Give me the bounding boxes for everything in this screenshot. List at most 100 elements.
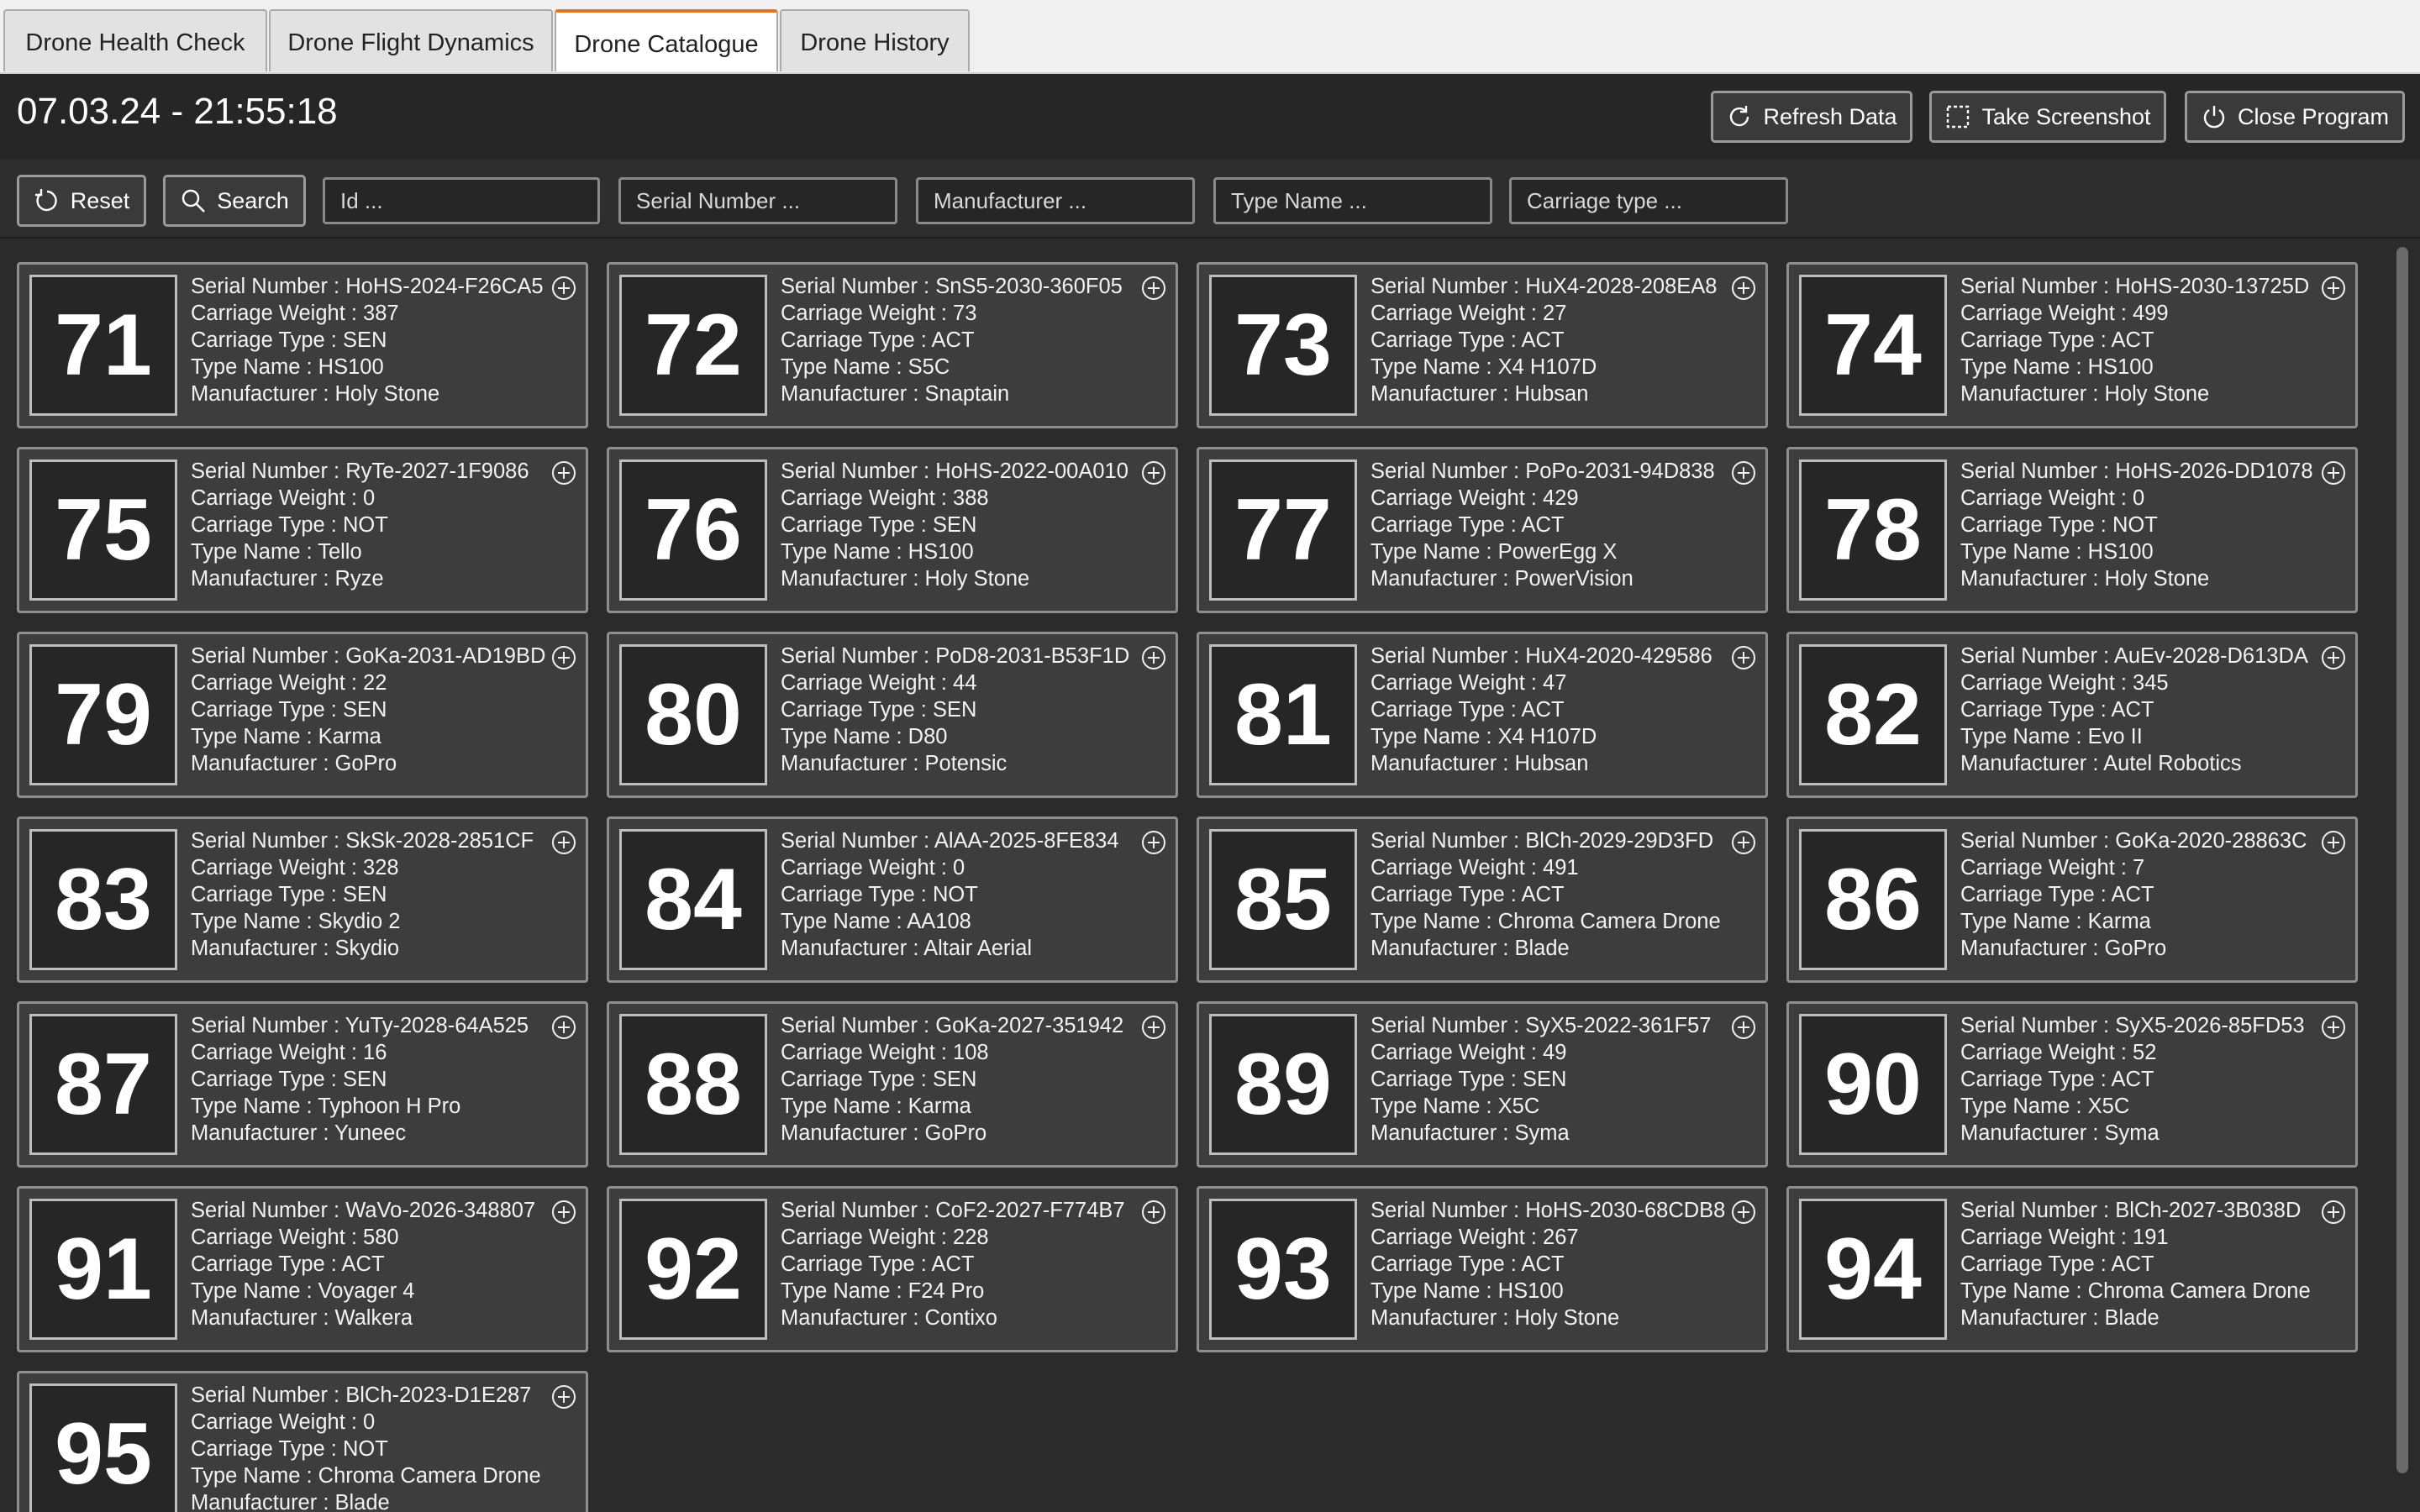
id-filter-input[interactable] (340, 180, 597, 222)
drone-card[interactable]: 90 Serial Number : SyX5-2026-85FD53 Carr… (1786, 1001, 2358, 1168)
carriage-weight-label: Carriage Weight : (191, 302, 364, 325)
type-name-filter-input[interactable] (1231, 180, 1490, 222)
close-program-button[interactable]: Close Program (2185, 91, 2405, 143)
add-circle-icon[interactable] (1730, 1014, 1757, 1041)
drone-card[interactable]: 72 Serial Number : SnS5-2030-360F05 Carr… (607, 262, 1178, 428)
add-circle-icon[interactable] (1140, 829, 1167, 856)
add-circle-icon[interactable] (1730, 829, 1757, 856)
add-circle-icon[interactable] (1730, 1199, 1757, 1226)
add-circle-icon[interactable] (1730, 644, 1757, 671)
serial-number-value: BlCh-2027-3B038D (2115, 1199, 2302, 1222)
manufacturer-filter-field[interactable] (916, 177, 1195, 224)
serial-number-line: Serial Number : SyX5-2022-361F57 (1370, 1012, 1711, 1039)
add-circle-icon[interactable] (1140, 1014, 1167, 1041)
drone-card[interactable]: 86 Serial Number : GoKa-2020-28863C Carr… (1786, 816, 2358, 983)
type-name-label: Type Name : (1370, 725, 1498, 748)
type-name-label: Type Name : (781, 725, 908, 748)
add-circle-icon[interactable] (2320, 829, 2347, 856)
search-button[interactable]: Search (163, 175, 306, 227)
add-circle-icon[interactable] (2320, 275, 2347, 302)
carriage-type-label: Carriage Type : (191, 1068, 343, 1091)
tab-drone-health-check[interactable]: Drone Health Check (3, 9, 267, 71)
serial-number-filter-field[interactable] (618, 177, 897, 224)
type-name-line: Type Name : PowerEgg X (1370, 538, 1715, 565)
tab-drone-catalogue[interactable]: Drone Catalogue (555, 9, 778, 71)
type-name-value: HS100 (2087, 355, 2154, 379)
drone-card[interactable]: 82 Serial Number : AuEv-2028-D613DA Carr… (1786, 632, 2358, 798)
carriage-weight-value: 0 (363, 1410, 376, 1434)
add-circle-icon[interactable] (550, 1014, 577, 1041)
drone-card[interactable]: 71 Serial Number : HoHS-2024-F26CA5 Carr… (17, 262, 588, 428)
type-name-value: Karma (318, 725, 381, 748)
tab-drone-flight-dynamics[interactable]: Drone Flight Dynamics (269, 9, 553, 71)
carriage-type-value: ACT (1521, 328, 1565, 352)
manufacturer-line: Manufacturer : Holy Stone (191, 381, 544, 407)
drone-card[interactable]: 84 Serial Number : AlAA-2025-8FE834 Carr… (607, 816, 1178, 983)
manufacturer-label: Manufacturer : (1960, 1121, 2105, 1145)
drone-card[interactable]: 85 Serial Number : BlCh-2029-29D3FD Carr… (1197, 816, 1768, 983)
add-circle-icon[interactable] (550, 829, 577, 856)
drone-card[interactable]: 75 Serial Number : RyTe-2027-1F9086 Carr… (17, 447, 588, 613)
drone-card[interactable]: 88 Serial Number : GoKa-2027-351942 Carr… (607, 1001, 1178, 1168)
drone-card[interactable]: 87 Serial Number : YuTy-2028-64A525 Carr… (17, 1001, 588, 1168)
drone-card[interactable]: 83 Serial Number : SkSk-2028-2851CF Carr… (17, 816, 588, 983)
drone-card[interactable]: 78 Serial Number : HoHS-2026-DD1078 Carr… (1786, 447, 2358, 613)
drone-card[interactable]: 92 Serial Number : CoF2-2027-F774B7 Carr… (607, 1186, 1178, 1352)
type-name-label: Type Name : (191, 1095, 318, 1118)
drone-card[interactable]: 94 Serial Number : BlCh-2027-3B038D Carr… (1786, 1186, 2358, 1352)
drone-card[interactable]: 73 Serial Number : HuX4-2028-208EA8 Carr… (1197, 262, 1768, 428)
add-circle-icon[interactable] (2320, 644, 2347, 671)
drone-card[interactable]: 91 Serial Number : WaVo-2026-348807 Carr… (17, 1186, 588, 1352)
drone-card[interactable]: 81 Serial Number : HuX4-2020-429586 Carr… (1197, 632, 1768, 798)
reset-button[interactable]: Reset (17, 175, 146, 227)
drone-card[interactable]: 79 Serial Number : GoKa-2031-AD19BD Carr… (17, 632, 588, 798)
add-circle-icon[interactable] (2320, 1014, 2347, 1041)
type-name-value: Chroma Camera Drone (2087, 1279, 2311, 1303)
carriage-type-filter-field[interactable] (1509, 177, 1788, 224)
take-screenshot-button[interactable]: Take Screenshot (1929, 91, 2166, 143)
tab-bar: Drone Health Check Drone Flight Dynamics… (0, 0, 2420, 74)
manufacturer-value: GoPro (924, 1121, 987, 1145)
add-circle-icon[interactable] (1730, 459, 1757, 486)
drone-id-box: 89 (1209, 1014, 1357, 1155)
drone-card[interactable]: 76 Serial Number : HoHS-2022-00A010 Carr… (607, 447, 1178, 613)
type-name-value: Chroma Camera Drone (318, 1464, 541, 1488)
drone-card[interactable]: 74 Serial Number : HoHS-2030-13725D Carr… (1786, 262, 2358, 428)
carriage-type-label: Carriage Type : (781, 328, 932, 352)
add-circle-icon[interactable] (550, 644, 577, 671)
id-filter-field[interactable] (323, 177, 600, 224)
serial-number-label: Serial Number : (781, 644, 936, 668)
drone-card[interactable]: 80 Serial Number : PoD8-2031-B53F1D Carr… (607, 632, 1178, 798)
drone-card[interactable]: 77 Serial Number : PoPo-2031-94D838 Carr… (1197, 447, 1768, 613)
tab-drone-history[interactable]: Drone History (780, 9, 970, 71)
drone-card[interactable]: 95 Serial Number : BlCh-2023-D1E287 Carr… (17, 1371, 588, 1512)
carriage-type-filter-input[interactable] (1527, 180, 1786, 222)
manufacturer-filter-input[interactable] (934, 180, 1192, 222)
add-circle-icon[interactable] (1140, 459, 1167, 486)
serial-number-value: SyX5-2022-361F57 (1525, 1014, 1712, 1037)
add-circle-icon[interactable] (1730, 275, 1757, 302)
add-circle-icon[interactable] (2320, 459, 2347, 486)
add-circle-icon[interactable] (550, 1383, 577, 1410)
add-circle-icon[interactable] (1140, 644, 1167, 671)
refresh-data-button[interactable]: Refresh Data (1711, 91, 1912, 143)
carriage-weight-value: 499 (2133, 302, 2169, 325)
serial-number-filter-input[interactable] (636, 180, 895, 222)
add-circle-icon[interactable] (550, 1199, 577, 1226)
carriage-type-line: Carriage Type : NOT (1960, 512, 2313, 538)
carriage-type-label: Carriage Type : (191, 1252, 342, 1276)
carriage-weight-value: 22 (363, 671, 387, 695)
add-circle-icon[interactable] (550, 275, 577, 302)
drone-info: Serial Number : PoPo-2031-94D838 Carriag… (1370, 458, 1715, 592)
drone-id: 90 (1824, 1035, 1922, 1133)
type-name-filter-field[interactable] (1213, 177, 1492, 224)
add-circle-icon[interactable] (2320, 1199, 2347, 1226)
drone-card[interactable]: 93 Serial Number : HoHS-2030-68CDB8 Carr… (1197, 1186, 1768, 1352)
vertical-scrollbar[interactable] (2396, 247, 2408, 1473)
add-circle-icon[interactable] (1140, 1199, 1167, 1226)
type-name-label: Type Name : (781, 355, 908, 379)
add-circle-icon[interactable] (550, 459, 577, 486)
add-circle-icon[interactable] (1140, 275, 1167, 302)
drone-card[interactable]: 89 Serial Number : SyX5-2022-361F57 Carr… (1197, 1001, 1768, 1168)
carriage-type-line: Carriage Type : SEN (1370, 1066, 1711, 1093)
